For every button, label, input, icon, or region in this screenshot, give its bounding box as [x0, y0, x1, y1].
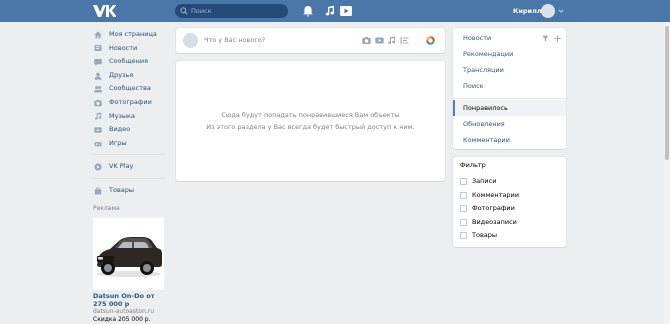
right-menu-item-comments[interactable]: Комментарии: [453, 132, 566, 148]
sidebar-divider: [93, 177, 165, 179]
filter-title: Фильтр: [460, 161, 486, 169]
filter-option-label: Комментарии: [472, 191, 519, 199]
empty-state-line-2: Из этого раздела у Вас всегда будет быст…: [206, 123, 415, 131]
right-menu-divider: [453, 98, 566, 99]
sidebar-item-label: Друзья: [109, 70, 134, 79]
filter-option-videos[interactable]: Видеозаписи: [460, 217, 517, 227]
sidebar-item-label: Сообщения: [109, 57, 149, 66]
sidebar-item-goods[interactable]: Товары: [93, 184, 173, 198]
checkbox[interactable]: [460, 177, 467, 185]
video-icon[interactable]: [375, 36, 384, 45]
scrollbar-thumb[interactable]: [665, 26, 669, 160]
checkbox[interactable]: [460, 204, 467, 212]
games-icon: [94, 141, 102, 146]
sidebar-item-label: Музыка: [109, 111, 135, 120]
sidebar-item-label: Сообщества: [109, 84, 151, 93]
vkplay-icon: [94, 163, 102, 171]
ad-site[interactable]: datsun-autoaston.ru: [93, 308, 173, 316]
filter-option-goods[interactable]: Товары: [460, 230, 497, 240]
sidebar-item-vkplay[interactable]: VK Play: [93, 160, 173, 174]
sidebar-item-friends[interactable]: Друзья: [93, 69, 173, 83]
filter-option-label: Видеозаписи: [472, 218, 517, 226]
ad-image[interactable]: [93, 217, 164, 290]
sidebar-item-messages[interactable]: Сообщения: [93, 55, 173, 69]
ads-label: Реклама: [93, 204, 120, 212]
right-menu-item-recommendations[interactable]: Рекомендации: [453, 46, 566, 62]
filter-icon[interactable]: [542, 35, 549, 42]
video-icon: [94, 127, 102, 133]
filter-panel: Фильтр Записи Комментарии Фотографии Вид…: [453, 157, 566, 247]
post-composer[interactable]: Что у Вас нового?: [176, 28, 445, 53]
filter-option-label: Записи: [472, 177, 497, 185]
play-icon[interactable]: [339, 4, 353, 18]
checkbox[interactable]: [460, 218, 467, 226]
sidebar-item-label: Моя страница: [109, 30, 157, 38]
plus-icon[interactable]: [554, 35, 561, 42]
filter-option-comments[interactable]: Комментарии: [460, 190, 519, 200]
filter-option-posts[interactable]: Записи: [460, 176, 496, 186]
left-sidebar: Моя страница Новости Сообщения Друзья Со…: [93, 28, 173, 324]
friends-icon: [94, 72, 102, 80]
sidebar-item-label: Новости: [109, 43, 138, 52]
composer-placeholder[interactable]: Что у Вас нового?: [204, 28, 265, 53]
right-menu-item-updates[interactable]: Обновления: [453, 116, 566, 132]
search-icon: [180, 7, 188, 15]
music-icon: [95, 112, 102, 120]
empty-state-line-1: Сюда будут попадать понравившиеся Вам об…: [221, 111, 400, 119]
car-image: [93, 217, 164, 290]
sidebar-item-video[interactable]: Видео: [93, 123, 173, 137]
sidebar-divider: [93, 154, 165, 156]
sidebar-item-label: Игры: [109, 138, 127, 147]
right-menu-item-search[interactable]: Поиск: [453, 78, 566, 94]
composer-avatar: [183, 33, 198, 48]
music-icon[interactable]: [387, 36, 396, 45]
right-menu-item-news[interactable]: Новости: [453, 30, 566, 46]
user-name[interactable]: Кирилл: [513, 0, 542, 22]
chevron-down-icon[interactable]: [558, 8, 564, 14]
sidebar-item-music[interactable]: Музыка: [93, 110, 173, 124]
user-avatar[interactable]: [541, 4, 555, 18]
filter-option-label: Товары: [472, 231, 498, 239]
vk-logo-icon[interactable]: [92, 3, 116, 19]
sidebar-item-label: Товары: [109, 185, 135, 194]
music-icon[interactable]: [323, 4, 337, 18]
groups-icon: [94, 86, 102, 93]
filter-option-photos[interactable]: Фотографии: [460, 203, 515, 213]
right-menu-item-broadcasts[interactable]: Трансляции: [453, 62, 566, 78]
camera-icon[interactable]: [362, 36, 371, 45]
sidebar-item-groups[interactable]: Сообщества: [93, 82, 173, 96]
sidebar-item-label: Фотографии: [109, 97, 152, 106]
sidebar-item-games[interactable]: Игры: [93, 137, 173, 151]
filter-option-label: Фотографии: [472, 204, 515, 212]
top-header: Поиск Кирилл: [0, 0, 670, 22]
empty-state-panel: Сюда будут попадать понравившиеся Вам об…: [176, 61, 445, 181]
sidebar-item-label: VK Play: [109, 162, 134, 171]
search-placeholder: Поиск: [191, 7, 212, 15]
news-icon: [94, 45, 102, 52]
goods-icon: [94, 187, 102, 195]
sidebar-item-photos[interactable]: Фотографии: [93, 96, 173, 110]
photos-icon: [94, 99, 102, 106]
messages-icon: [94, 58, 102, 66]
sidebar-item-news[interactable]: Новости: [93, 42, 173, 56]
bell-icon[interactable]: [301, 4, 315, 18]
article-icon[interactable]: [400, 36, 409, 45]
right-menu: Новости Рекомендации Трансляции Поиск По…: [453, 28, 566, 149]
sidebar-item-label: Видео: [109, 125, 131, 134]
color-theme-icon[interactable]: [426, 36, 435, 45]
ad-price: Скидка 205 000 р.: [93, 315, 151, 323]
ad-title[interactable]: Datsun On-Do от 275 000 р: [93, 292, 167, 308]
checkbox[interactable]: [460, 231, 467, 239]
checkbox[interactable]: [460, 191, 467, 199]
sidebar-item-my-page[interactable]: Моя страница: [93, 28, 173, 42]
home-icon: [94, 31, 102, 39]
search-input[interactable]: Поиск: [175, 4, 288, 18]
right-menu-item-liked[interactable]: Понравилось: [453, 100, 566, 116]
page-scrollbar[interactable]: [664, 22, 670, 324]
